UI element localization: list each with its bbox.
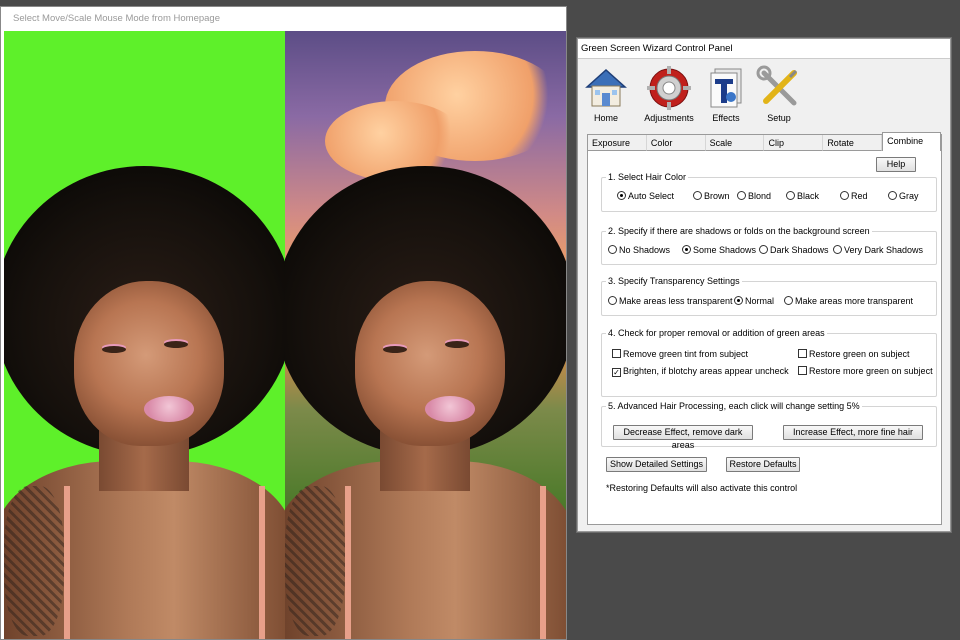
tab-scale[interactable]: Scale: [705, 135, 765, 151]
restore-defaults-button[interactable]: Restore Defaults: [726, 457, 800, 472]
shadows-title: 2. Specify if there are shadows or folds…: [606, 226, 872, 236]
hair-auto-select-radio[interactable]: Auto Select: [617, 191, 674, 201]
tab-exposure[interactable]: Exposure: [588, 135, 647, 151]
dark-shadows-radio[interactable]: Dark Shadows: [759, 245, 829, 255]
green-areas-title: 4. Check for proper removal or addition …: [606, 328, 827, 338]
hair-processing-title: 5. Advanced Hair Processing, each click …: [606, 401, 862, 411]
toolbar: Home Adjustments Effects Setup: [578, 59, 950, 131]
gear-icon: [646, 65, 692, 111]
increase-effect-button[interactable]: Increase Effect, more fine hair: [783, 425, 923, 440]
decrease-effect-button[interactable]: Decrease Effect, remove dark areas: [613, 425, 753, 450]
tools-icon: [756, 65, 802, 111]
setup-label: Setup: [767, 113, 791, 123]
effects-icon: [703, 65, 749, 111]
restore-note: *Restoring Defaults will also activate t…: [606, 483, 798, 493]
some-shadows-radio[interactable]: Some Shadows: [682, 245, 756, 255]
help-button[interactable]: Help: [876, 157, 916, 172]
effects-label: Effects: [712, 113, 740, 123]
green-areas-group: 4. Check for proper removal or addition …: [601, 328, 937, 397]
brighten-checkbox[interactable]: ✓ Brighten, if blotchy areas appear unche…: [612, 366, 789, 377]
hair-red-radio[interactable]: Red: [840, 191, 868, 201]
tab-bar: Exposure Color Scale Clip Rotate Combine: [588, 132, 941, 151]
image-canvas[interactable]: [4, 31, 566, 639]
more-transparent-radio[interactable]: Make areas more transparent: [784, 296, 913, 306]
show-detailed-settings-button[interactable]: Show Detailed Settings: [606, 457, 707, 472]
restore-more-green-checkbox[interactable]: Restore more green on subject: [798, 366, 933, 376]
control-panel: Green Screen Wizard Control Panel Home A…: [577, 38, 951, 532]
tab-container: Exposure Color Scale Clip Rotate Combine…: [587, 132, 942, 525]
combine-tab-content: Help 1. Select Hair Color Auto Select Br…: [588, 151, 941, 524]
image-window-title: Select Move/Scale Mouse Mode from Homepa…: [1, 7, 566, 31]
hair-black-radio[interactable]: Black: [786, 191, 819, 201]
restore-green-checkbox[interactable]: Restore green on subject: [798, 349, 910, 359]
home-button[interactable]: Home: [578, 65, 634, 123]
less-transparent-radio[interactable]: Make areas less transparent: [608, 296, 733, 306]
hair-processing-group: 5. Advanced Hair Processing, each click …: [601, 401, 937, 450]
very-dark-shadows-radio[interactable]: Very Dark Shadows: [833, 245, 923, 255]
setup-button[interactable]: Setup: [751, 65, 807, 123]
transparency-title: 3. Specify Transparency Settings: [606, 276, 742, 286]
composite-photo: [285, 31, 566, 639]
effects-button[interactable]: Effects: [698, 65, 754, 123]
panel-title: Green Screen Wizard Control Panel: [578, 39, 950, 59]
original-photo: [4, 31, 285, 639]
transparency-group: 3. Specify Transparency Settings Make ar…: [601, 276, 937, 316]
tab-clip[interactable]: Clip: [764, 135, 824, 151]
shadows-group: 2. Specify if there are shadows or folds…: [601, 226, 937, 265]
adjustments-button[interactable]: Adjustments: [641, 65, 697, 123]
tab-rotate[interactable]: Rotate: [823, 135, 883, 151]
home-label: Home: [593, 113, 618, 123]
no-shadows-radio[interactable]: No Shadows: [608, 245, 670, 255]
hair-blond-radio[interactable]: Blond: [737, 191, 771, 201]
tab-color[interactable]: Color: [646, 135, 706, 151]
home-icon: [583, 65, 629, 111]
hair-brown-radio[interactable]: Brown: [693, 191, 730, 201]
normal-transparency-radio[interactable]: Normal: [734, 296, 774, 306]
remove-green-tint-checkbox[interactable]: Remove green tint from subject: [612, 349, 748, 359]
hair-color-group: 1. Select Hair Color Auto Select Brown B…: [601, 172, 937, 212]
tab-combine[interactable]: Combine: [882, 132, 941, 151]
hair-gray-radio[interactable]: Gray: [888, 191, 919, 201]
adjustments-label: Adjustments: [644, 113, 694, 123]
hair-color-title: 1. Select Hair Color: [606, 172, 689, 182]
image-window: Select Move/Scale Mouse Mode from Homepa…: [0, 6, 567, 640]
